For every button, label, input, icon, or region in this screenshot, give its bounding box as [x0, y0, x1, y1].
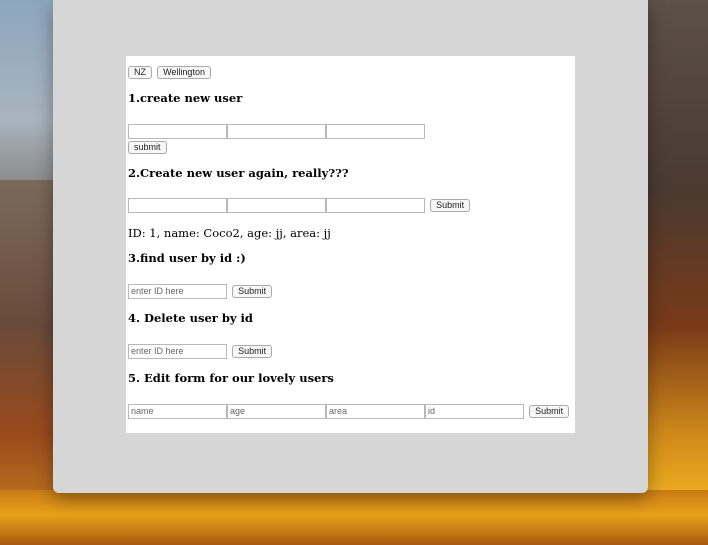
create-again-age-field[interactable] — [227, 198, 326, 213]
create-age-field[interactable] — [227, 124, 326, 139]
find-submit-button[interactable]: Submit — [232, 285, 273, 298]
edit-name-input[interactable]: name — [128, 404, 227, 419]
edit-area-input[interactable]: area — [326, 404, 425, 419]
desktop-wallpaper-bottom — [0, 490, 708, 545]
delete-submit-button[interactable]: Submit — [232, 345, 273, 358]
edit-age-input[interactable]: age — [227, 404, 326, 419]
create-again-name-field[interactable] — [128, 198, 227, 213]
edit-user-heading: 5. Edit form for our lovely users — [128, 371, 334, 385]
delete-user-heading: 4. Delete user by id — [128, 311, 253, 325]
create-submit-button[interactable]: submit — [128, 141, 167, 154]
edit-id-input[interactable]: id — [425, 404, 524, 419]
wellington-button[interactable]: Wellington — [157, 66, 211, 79]
create-area-field[interactable] — [326, 124, 425, 139]
create-again-area-field[interactable] — [326, 198, 425, 213]
create-result-text: ID: 1, name: Coco2, age: jj, area: jj — [128, 226, 331, 240]
browser-window: NZ Wellington 1.create new user submit 2… — [53, 0, 648, 493]
page-content: NZ Wellington 1.create new user submit 2… — [126, 56, 575, 433]
find-user-heading: 3.find user by id :) — [128, 251, 246, 265]
edit-submit-button[interactable]: Submit — [529, 405, 570, 418]
desktop-wallpaper-right — [646, 0, 708, 545]
find-id-input[interactable]: enter ID here — [128, 284, 227, 299]
nz-button[interactable]: NZ — [128, 66, 152, 79]
create-again-heading: 2.Create new user again, really??? — [128, 166, 349, 180]
create-user-heading: 1.create new user — [128, 91, 243, 105]
create-again-submit-button[interactable]: Submit — [430, 199, 471, 212]
delete-id-input[interactable]: enter ID here — [128, 344, 227, 359]
